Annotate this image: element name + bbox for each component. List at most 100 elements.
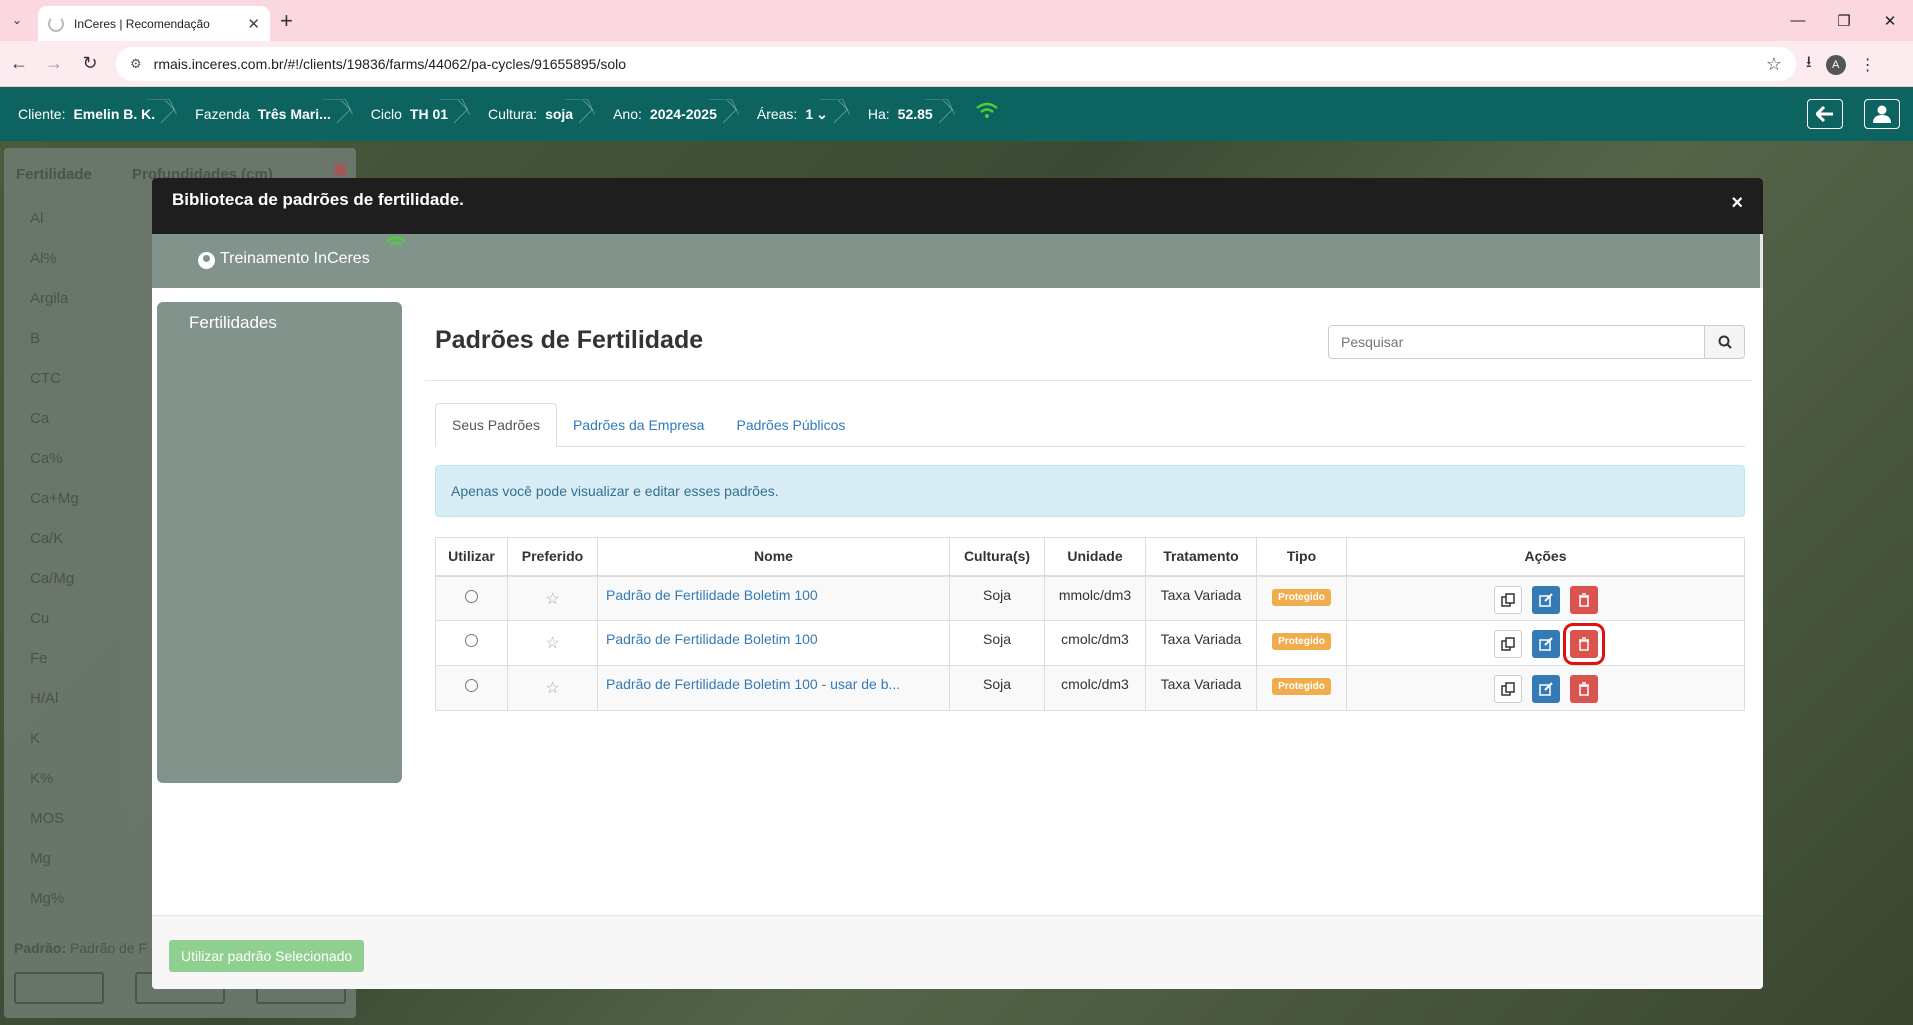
tab-padroes-publicos[interactable]: Padrões Públicos — [720, 403, 861, 447]
copy-button[interactable] — [1493, 630, 1522, 658]
standard-name-link[interactable]: Padrão de Fertilidade Boletim 100 — [606, 587, 818, 603]
download-icon[interactable]: ⭳ — [1806, 51, 1812, 78]
copy-button[interactable] — [1493, 675, 1522, 703]
col-header: Cultura(s) — [949, 537, 1045, 577]
forward-arrow-icon[interactable]: → — [43, 53, 65, 74]
copy-icon — [1500, 592, 1515, 607]
wifi-icon — [385, 236, 407, 257]
user-profile-button[interactable] — [1864, 99, 1900, 129]
restore-icon[interactable]: ❐ — [1821, 0, 1867, 41]
table-row: ☆ Padrão de Fertilidade Boletim 100 - us… — [435, 665, 1745, 711]
col-header: Utilizar — [435, 537, 508, 577]
chevron-down-icon: ⌄ — [816, 105, 828, 122]
delete-button[interactable] — [1562, 623, 1605, 665]
crumb-farm[interactable]: Fazenda Três Mari... — [177, 87, 353, 141]
crumb-value: 52.85 — [897, 106, 933, 122]
tab-seus-padroes[interactable]: Seus Padrões — [435, 403, 557, 447]
type-badge: Protegido — [1272, 633, 1331, 650]
crumb-areas[interactable]: Áreas: 1 ⌄ — [739, 87, 850, 141]
edit-icon — [1538, 682, 1553, 696]
close-tab-icon[interactable]: ✕ — [247, 15, 260, 33]
copy-icon — [1500, 637, 1515, 651]
bg-row: CTC — [30, 370, 61, 387]
bookmark-star-icon[interactable]: ☆ — [1766, 54, 1782, 75]
crumb-hectares: Ha: 52.85 — [850, 87, 955, 141]
crumb-value: soja — [545, 106, 574, 122]
copy-button[interactable] — [1493, 585, 1522, 614]
fertility-library-modal: Biblioteca de padrões de fertilidade. × … — [152, 178, 1763, 989]
search-input[interactable] — [1328, 325, 1705, 359]
use-radio[interactable] — [465, 679, 478, 692]
bg-row: H/Al — [30, 690, 59, 707]
crumb-year[interactable]: Ano: 2024-2025 — [595, 87, 739, 141]
bg-row: Ca% — [30, 450, 63, 467]
col-header: Preferido — [507, 537, 598, 577]
table-row: ☆ Padrão de Fertilidade Boletim 100 Soja… — [435, 620, 1745, 666]
bg-library-button — [14, 972, 104, 1004]
favorite-star-icon[interactable]: ☆ — [545, 589, 559, 609]
trash-icon — [1578, 592, 1589, 607]
page-title: Padrões de Fertilidade — [435, 326, 704, 354]
crumb-client[interactable]: Cliente: Emelin B. K. — [0, 87, 177, 141]
treatment-cell: Taxa Variada — [1145, 665, 1257, 711]
sidebar-item-fertilidades[interactable]: Fertilidades — [189, 313, 277, 333]
search-button[interactable] — [1705, 325, 1745, 359]
crumb-value: 1 — [805, 106, 814, 122]
bg-row: K — [30, 730, 41, 747]
culture-cell: Soja — [949, 575, 1045, 621]
standard-name-link[interactable]: Padrão de Fertilidade Boletim 100 - usar… — [606, 676, 900, 692]
close-icon[interactable]: × — [1731, 192, 1743, 215]
crumb-value: Emelin B. K. — [73, 106, 156, 122]
use-radio[interactable] — [465, 634, 478, 647]
modal-title: Biblioteca de padrões de fertilidade. — [172, 190, 464, 209]
crumb-value: 2024-2025 — [649, 106, 717, 122]
kebab-menu-icon[interactable]: ⋮ — [1860, 55, 1876, 75]
use-selected-standard-button[interactable]: Utilizar padrão Selecionado — [169, 940, 365, 972]
bg-row: Ca+Mg — [30, 490, 79, 507]
minimize-icon[interactable]: — — [1775, 0, 1821, 41]
use-radio[interactable] — [465, 589, 478, 603]
reload-icon[interactable]: ↻ — [79, 53, 101, 74]
crumb-culture[interactable]: Cultura: soja — [470, 87, 595, 141]
bg-row: Ca — [30, 410, 50, 427]
delete-button[interactable] — [1569, 675, 1598, 703]
edit-button[interactable] — [1531, 630, 1560, 658]
url-field[interactable]: ⚙ rmais.inceres.com.br/#!/clients/19836/… — [116, 47, 1796, 81]
favorite-star-icon[interactable]: ☆ — [545, 678, 559, 698]
trash-icon — [1578, 637, 1589, 651]
browser-tab[interactable]: InCeres | Recomendação ✕ — [38, 6, 270, 41]
type-badge: Protegido — [1272, 588, 1331, 606]
edit-icon — [1538, 592, 1553, 607]
bg-standard-label: Padrão: Padrão de F — [14, 940, 147, 956]
type-badge: Protegido — [1272, 678, 1331, 695]
table-row: ☆ Padrão de Fertilidade Boletim 100 Soja… — [435, 575, 1745, 621]
user-circle-icon — [198, 252, 215, 269]
delete-button[interactable] — [1569, 585, 1598, 614]
site-info-icon[interactable]: ⚙ — [130, 56, 142, 72]
tab-title: InCeres | Recomendação — [74, 16, 210, 31]
bg-row: B — [30, 330, 41, 347]
bg-row: Fe — [30, 650, 48, 667]
edit-button[interactable] — [1531, 675, 1560, 703]
crumb-value: TH 01 — [409, 106, 449, 122]
tab-search-chevron-icon[interactable]: ⌄ — [6, 9, 28, 31]
tab-padroes-empresa[interactable]: Padrões da Empresa — [557, 403, 721, 447]
favorite-star-icon[interactable]: ☆ — [545, 633, 559, 653]
modal-footer: Utilizar padrão Selecionado — [152, 915, 1763, 989]
col-header: Unidade — [1044, 537, 1146, 577]
crumb-cycle[interactable]: Ciclo TH 01 — [353, 87, 470, 141]
new-tab-plus-icon[interactable]: + — [280, 8, 293, 34]
bg-row: Ca/Mg — [30, 570, 75, 587]
standard-name-link[interactable]: Padrão de Fertilidade Boletim 100 — [606, 631, 818, 647]
back-arrow-button[interactable] — [1807, 99, 1843, 129]
copy-icon — [1500, 682, 1515, 696]
edit-icon — [1538, 637, 1553, 651]
standards-table: Utilizar Preferido Nome Cultura(s) Unida… — [435, 537, 1745, 711]
edit-button[interactable] — [1531, 585, 1560, 614]
close-window-icon[interactable]: ✕ — [1867, 0, 1913, 41]
profile-avatar[interactable]: A — [1825, 54, 1846, 75]
back-arrow-icon[interactable]: ← — [8, 53, 30, 74]
bg-col-fertility: Fertilidade — [16, 166, 92, 183]
bg-standard-key: Padrão: — [14, 940, 67, 956]
crumb-label: Fazenda — [195, 106, 250, 122]
